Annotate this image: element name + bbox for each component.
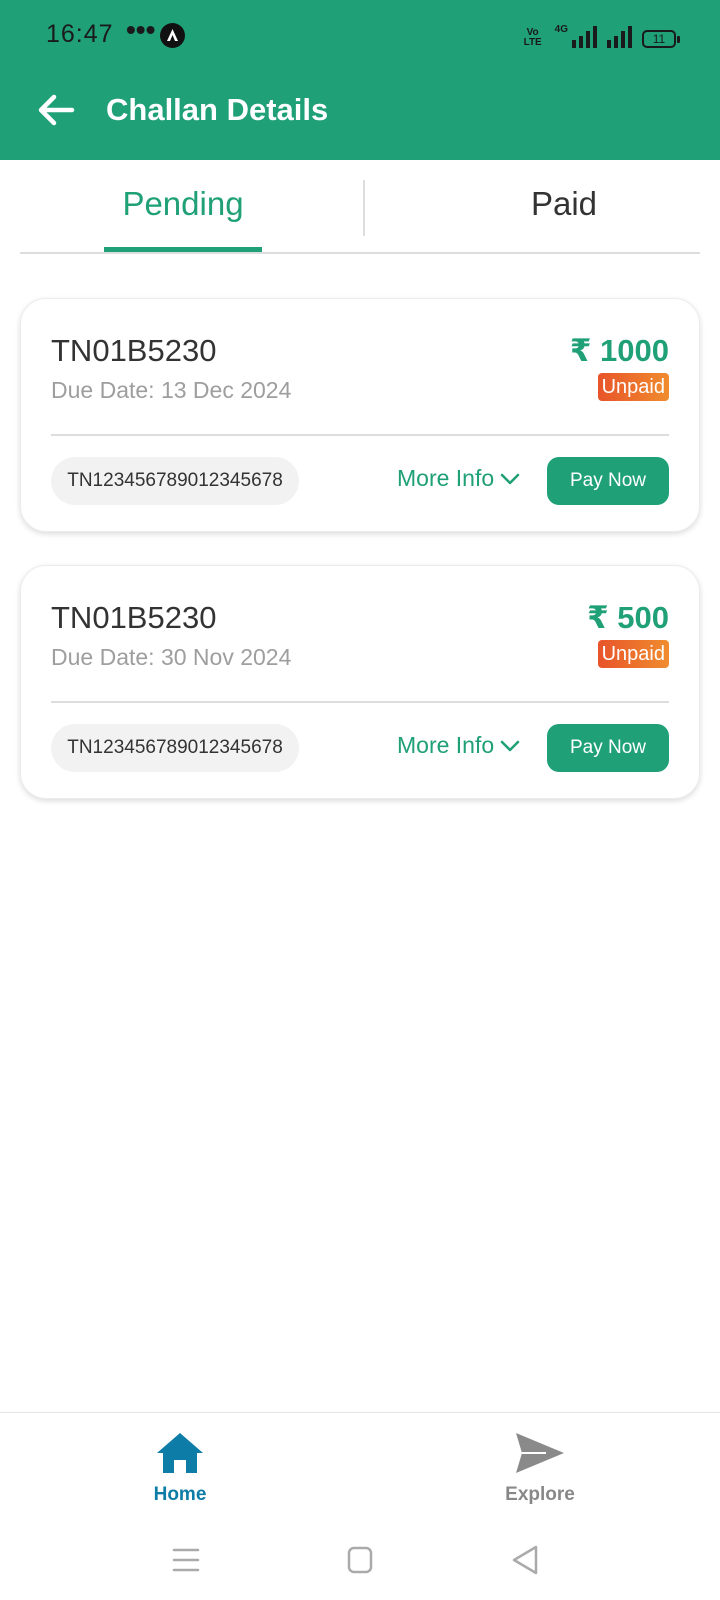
app-bar: 16:47 ••• Vo LTE 4G 11 Challan Details xyxy=(0,0,720,160)
more-info-label: More Info xyxy=(397,732,495,758)
challan-number-chip: TN123456789012345678 xyxy=(51,724,299,772)
chevron-down-icon xyxy=(500,740,520,751)
challan-tabs: Pending Paid xyxy=(20,180,700,254)
due-date: Due Date: 13 Dec 2024 xyxy=(51,377,292,403)
pay-now-button[interactable]: Pay Now xyxy=(547,457,669,505)
challan-amount: ₹ 1000 xyxy=(569,333,669,368)
battery-level: 11 xyxy=(652,32,666,46)
due-date: Due Date: 30 Nov 2024 xyxy=(51,644,292,670)
more-info-label: More Info xyxy=(397,465,495,491)
vehicle-number: TN01B5230 xyxy=(51,600,217,635)
card-divider xyxy=(51,434,669,436)
tab-divider xyxy=(363,180,365,236)
system-back-button[interactable] xyxy=(506,1542,546,1578)
bottom-nav: Home Explore xyxy=(0,1412,720,1520)
square-icon xyxy=(347,1546,373,1574)
system-nav-bar xyxy=(0,1520,720,1600)
challan-amount: ₹ 500 xyxy=(587,600,669,635)
triangle-back-icon xyxy=(512,1545,538,1575)
system-menu-button[interactable] xyxy=(166,1542,206,1578)
back-button[interactable] xyxy=(34,88,78,132)
chevron-down-icon xyxy=(500,473,520,484)
vehicle-number: TN01B5230 xyxy=(51,333,217,368)
notification-app-icon xyxy=(160,23,185,48)
battery-icon: 11 xyxy=(642,30,680,48)
pay-now-button[interactable]: Pay Now xyxy=(547,724,669,772)
system-home-button[interactable] xyxy=(340,1542,380,1578)
status-badge: Unpaid xyxy=(597,640,669,668)
status-badge: Unpaid xyxy=(597,373,669,401)
status-time: 16:47 xyxy=(46,20,114,48)
arrow-left-icon xyxy=(38,94,75,126)
signal-4g-icon xyxy=(572,26,597,48)
send-icon xyxy=(516,1433,564,1473)
menu-icon xyxy=(172,1548,200,1572)
page-title: Challan Details xyxy=(106,92,329,127)
signal-icon xyxy=(607,26,632,48)
status-icons: Vo LTE 4G 11 xyxy=(521,24,680,48)
challan-card: TN01B5230 Due Date: 30 Nov 2024 ₹ 500 Un… xyxy=(20,565,700,799)
nav-explore[interactable]: Explore xyxy=(470,1431,610,1506)
more-info-button[interactable]: More Info xyxy=(397,732,520,759)
nav-explore-label: Explore xyxy=(505,1484,575,1505)
card-divider xyxy=(51,701,669,703)
tab-pending[interactable]: Pending xyxy=(104,180,262,252)
home-icon xyxy=(157,1433,203,1473)
tab-paid[interactable]: Paid xyxy=(444,180,684,252)
challan-card: TN01B5230 Due Date: 13 Dec 2024 ₹ 1000 U… xyxy=(20,298,700,532)
more-info-button[interactable]: More Info xyxy=(397,465,520,492)
challan-number-chip: TN123456789012345678 xyxy=(51,457,299,505)
nav-home[interactable]: Home xyxy=(110,1431,250,1506)
network-type-label: 4G xyxy=(554,24,568,35)
status-bar: 16:47 ••• Vo LTE 4G 11 xyxy=(0,0,720,72)
status-dots: ••• xyxy=(126,14,156,45)
nav-home-label: Home xyxy=(153,1484,207,1505)
vo-lte-icon: Vo LTE xyxy=(523,27,542,48)
